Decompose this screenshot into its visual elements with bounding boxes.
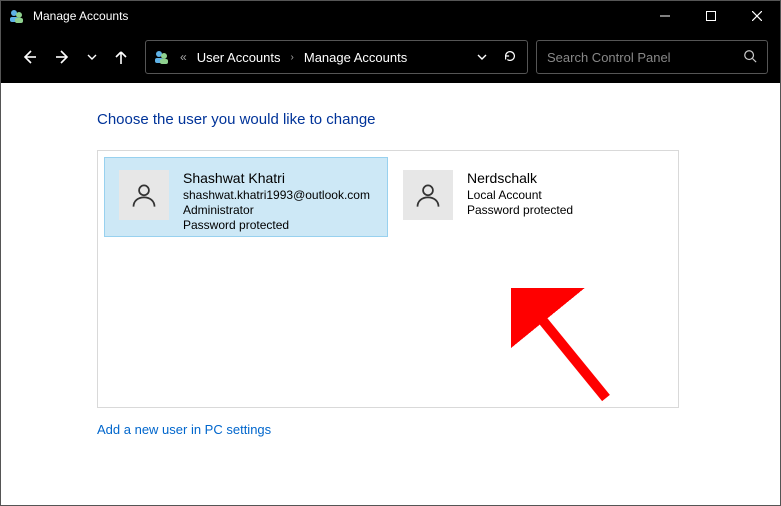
titlebar: Manage Accounts <box>1 1 780 31</box>
forward-button[interactable] <box>47 41 79 73</box>
add-user-link[interactable]: Add a new user in PC settings <box>97 422 271 437</box>
search-box[interactable] <box>536 40 768 74</box>
user-password-status: Password protected <box>467 203 573 218</box>
user-card[interactable]: Shashwat Khatri shashwat.khatri1993@outl… <box>104 157 388 237</box>
back-button[interactable] <box>13 41 45 73</box>
breadcrumb-dropdown[interactable] <box>473 50 491 65</box>
search-icon[interactable] <box>743 49 757 66</box>
maximize-button[interactable] <box>688 1 734 31</box>
breadcrumb-item[interactable]: Manage Accounts <box>304 50 407 65</box>
search-input[interactable] <box>547 50 735 65</box>
users-icon <box>154 49 170 65</box>
window-title: Manage Accounts <box>33 9 128 23</box>
user-card[interactable]: Nerdschalk Local Account Password protec… <box>388 157 672 237</box>
users-panel: Shashwat Khatri shashwat.khatri1993@outl… <box>97 150 679 408</box>
chevron-right-icon: › <box>291 52 294 63</box>
avatar <box>119 170 169 220</box>
user-email: shashwat.khatri1993@outlook.com <box>183 188 370 203</box>
user-role: Administrator <box>183 203 370 218</box>
recent-dropdown[interactable] <box>81 41 103 73</box>
address-bar[interactable]: « User Accounts › Manage Accounts <box>145 40 528 74</box>
breadcrumb-item[interactable]: User Accounts <box>197 50 281 65</box>
content-area: Choose the user you would like to change… <box>1 83 780 505</box>
user-password-status: Password protected <box>183 218 370 233</box>
users-grid: Shashwat Khatri shashwat.khatri1993@outl… <box>98 151 678 243</box>
close-button[interactable] <box>734 1 780 31</box>
user-account-type: Local Account <box>467 188 573 203</box>
user-info: Nerdschalk Local Account Password protec… <box>467 170 573 218</box>
user-name: Nerdschalk <box>467 170 573 188</box>
navbar: « User Accounts › Manage Accounts <box>1 31 780 83</box>
users-icon <box>9 8 25 24</box>
avatar <box>403 170 453 220</box>
user-info: Shashwat Khatri shashwat.khatri1993@outl… <box>183 170 370 233</box>
minimize-button[interactable] <box>642 1 688 31</box>
page-heading: Choose the user you would like to change <box>97 111 780 128</box>
user-name: Shashwat Khatri <box>183 170 370 188</box>
refresh-button[interactable] <box>499 49 521 66</box>
up-button[interactable] <box>105 41 137 73</box>
breadcrumb-prefix: « <box>180 50 187 64</box>
